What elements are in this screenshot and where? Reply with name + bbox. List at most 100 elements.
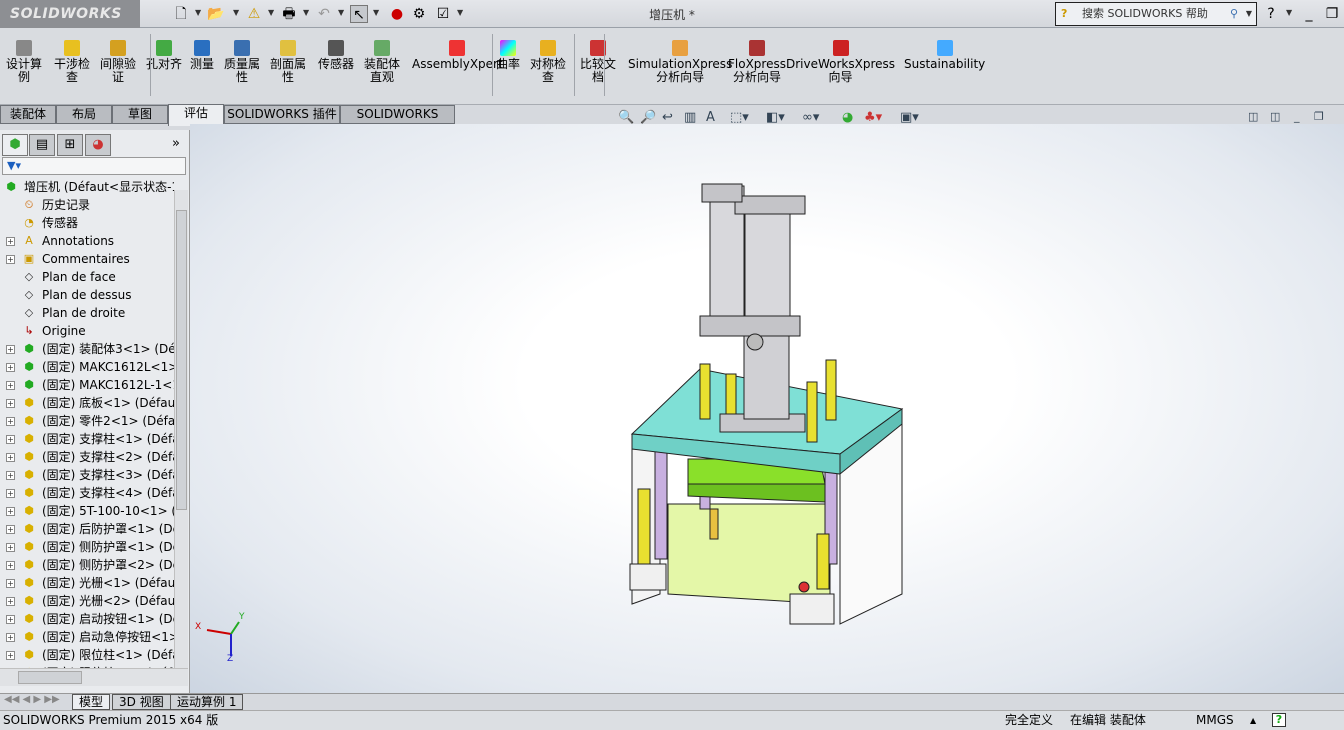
- mass-properties-button[interactable]: 质量属 性: [224, 40, 260, 84]
- interference-button[interactable]: 干涉检 查: [54, 40, 90, 84]
- tab-3[interactable]: 评估: [168, 104, 224, 126]
- tree-item[interactable]: + ⬢ (固定) 支撑柱<3> (Défaut): [0, 466, 174, 484]
- tab-1[interactable]: 布局: [56, 105, 112, 124]
- minimize-icon[interactable]: _: [1300, 5, 1318, 23]
- expand-icon[interactable]: +: [6, 363, 15, 372]
- view-orientation-icon[interactable]: ⬚▾: [730, 110, 749, 125]
- tree-horizontal-scrollbar[interactable]: [0, 668, 188, 686]
- display-style-icon[interactable]: ◧▾: [766, 110, 785, 125]
- property-manager-tab[interactable]: ▤: [29, 134, 55, 156]
- split-right-icon[interactable]: ◫: [1270, 110, 1280, 123]
- expand-icon[interactable]: +: [6, 525, 15, 534]
- expand-icon[interactable]: +: [6, 615, 15, 624]
- tree-root[interactable]: ⬢ 增压机 (Défaut<显示状态-1>): [0, 178, 174, 196]
- rebuild-icon[interactable]: ⚠: [245, 5, 263, 23]
- tab-5[interactable]: SOLIDWORKS MBD: [340, 105, 455, 138]
- tree-item[interactable]: + ⬢ (固定) 支撑柱<2> (Défaut): [0, 448, 174, 466]
- sustainability-button[interactable]: Sustainability: [904, 40, 985, 71]
- tree-item[interactable]: + ⬢ (固定) 限位柱<1> (Défaut): [0, 646, 174, 664]
- compare-button[interactable]: 比较文 档: [580, 40, 616, 84]
- tree-item[interactable]: + ⬢ (固定) 底板<1> (Défaut): [0, 394, 174, 412]
- expand-icon[interactable]: +: [6, 651, 15, 660]
- section-view-icon[interactable]: ▥: [684, 110, 696, 125]
- expand-icon[interactable]: +: [6, 543, 15, 552]
- search-dropdown-icon[interactable]: ▼: [1246, 3, 1252, 25]
- units-caret-icon[interactable]: ▲: [1250, 711, 1256, 730]
- driveworks-button[interactable]: DriveWorksXpress 向导: [786, 40, 895, 84]
- expand-panel-icon[interactable]: »: [172, 136, 180, 151]
- bottom-tab-2[interactable]: 运动算例 1: [170, 694, 244, 710]
- configuration-manager-tab[interactable]: ⊞: [57, 134, 83, 156]
- zoom-area-icon[interactable]: 🔎: [640, 110, 656, 125]
- tree-item[interactable]: ◔ 传感器: [0, 214, 174, 232]
- expand-icon[interactable]: +: [6, 471, 15, 480]
- expand-icon[interactable]: +: [6, 597, 15, 606]
- split-left-icon[interactable]: ◫: [1248, 110, 1258, 123]
- tree-vertical-scrollbar[interactable]: [174, 190, 188, 668]
- appearance-icon[interactable]: ◕: [842, 110, 853, 125]
- tree-item[interactable]: + ⬢ (固定) 侧防护罩<1> (Défaut): [0, 538, 174, 556]
- design-study-button[interactable]: 设计算 例: [6, 40, 42, 84]
- print-icon[interactable]: 🖶: [280, 5, 298, 23]
- tab-scroll-arrows-icon[interactable]: ◀◀ ◀ ▶ ▶▶: [4, 694, 60, 705]
- viewport-restore-icon[interactable]: ❐: [1314, 110, 1324, 123]
- tree-item[interactable]: + ⬢ (固定) 侧防护罩<2> (Défaut): [0, 556, 174, 574]
- tree-item[interactable]: + ⬢ (固定) 5T-100-10<1> (Défaut): [0, 502, 174, 520]
- tree-item[interactable]: ↳ Origine: [0, 322, 174, 340]
- curvature-button[interactable]: 曲率: [496, 40, 520, 71]
- new-icon[interactable]: 🗋: [172, 5, 190, 23]
- expand-icon[interactable]: +: [6, 507, 15, 516]
- graphics-viewport[interactable]: 🔍 🔎 ↩ ▥ A ⬚▾ ◧▾ ∞▾ ◕ ♣▾ ▣▾ ◫ ◫ _ ❐ X Y Z: [190, 110, 1344, 693]
- expand-icon[interactable]: +: [6, 417, 15, 426]
- assembly-visualization-button[interactable]: 装配体 直观: [364, 40, 400, 84]
- hide-show-icon[interactable]: ∞▾: [802, 110, 819, 125]
- section-properties-button[interactable]: 剖面属 性: [270, 40, 306, 84]
- tree-item[interactable]: ◇ Plan de droite: [0, 304, 174, 322]
- zoom-to-fit-icon[interactable]: 🔍: [618, 110, 634, 125]
- tab-2[interactable]: 草图: [112, 105, 168, 124]
- search-icon[interactable]: ⚲: [1230, 3, 1238, 25]
- expand-icon[interactable]: +: [6, 345, 15, 354]
- tree-item[interactable]: ◇ Plan de dessus: [0, 286, 174, 304]
- expand-icon[interactable]: +: [6, 453, 15, 462]
- tab-4[interactable]: SOLIDWORKS 插件: [224, 105, 340, 124]
- traffic-light-icon[interactable]: ●: [388, 5, 406, 23]
- floxpress-button[interactable]: FloXpress 分析向导: [728, 40, 786, 84]
- viewport-minimize-icon[interactable]: _: [1294, 110, 1300, 123]
- tree-item[interactable]: + ⬢ (固定) 零件2<1> (Défaut): [0, 412, 174, 430]
- bottom-tab-1[interactable]: 3D 视图: [112, 694, 171, 710]
- expand-icon[interactable]: +: [6, 399, 15, 408]
- hole-align-button[interactable]: 孔对齐: [146, 40, 182, 71]
- expand-icon[interactable]: +: [6, 381, 15, 390]
- expand-icon[interactable]: +: [6, 435, 15, 444]
- tree-item[interactable]: + ⬢ (固定) 光栅<2> (Défaut): [0, 592, 174, 610]
- tab-0[interactable]: 装配体: [0, 105, 56, 124]
- simulation-button[interactable]: SimulationXpress 分析向导: [628, 40, 732, 84]
- tree-item[interactable]: + ▣ Commentaires: [0, 250, 174, 268]
- open-icon[interactable]: 📂: [207, 5, 225, 23]
- expand-icon[interactable]: +: [6, 561, 15, 570]
- previous-view-icon[interactable]: ↩: [662, 110, 673, 125]
- tree-item[interactable]: + ⬢ (固定) 启动急停按钮<1>: [0, 628, 174, 646]
- expand-icon[interactable]: +: [6, 579, 15, 588]
- checklist-icon[interactable]: ☑: [434, 5, 452, 23]
- measure-button[interactable]: 测量: [190, 40, 214, 71]
- display-manager-tab[interactable]: ◕: [85, 134, 111, 156]
- tree-item[interactable]: + ⬢ (固定) 光栅<1> (Défaut): [0, 574, 174, 592]
- tree-item[interactable]: + ⬢ (固定) 装配体3<1> (Défaut): [0, 340, 174, 358]
- select-icon[interactable]: ↖: [350, 5, 368, 23]
- tree-filter[interactable]: ▼▾: [2, 157, 186, 175]
- tree-item[interactable]: ⏲ 历史记录: [0, 196, 174, 214]
- tree-item[interactable]: + ⬢ (固定) 支撑柱<4> (Défaut): [0, 484, 174, 502]
- expand-icon[interactable]: +: [6, 489, 15, 498]
- expand-icon[interactable]: +: [6, 255, 15, 264]
- symmetry-check-button[interactable]: 对称检 查: [530, 40, 566, 84]
- tree-item[interactable]: + ⬢ (固定) 后防护罩<1> (Défaut): [0, 520, 174, 538]
- tree-item[interactable]: ◇ Plan de face: [0, 268, 174, 286]
- status-help-icon[interactable]: ?: [1272, 713, 1286, 727]
- assemblyxpert-button[interactable]: AssemblyXpert: [412, 40, 503, 71]
- restore-icon[interactable]: ❐: [1323, 5, 1341, 23]
- options-icon[interactable]: ⚙: [410, 5, 428, 23]
- tree-item[interactable]: + ⬢ (固定) 支撑柱<1> (Défaut): [0, 430, 174, 448]
- undo-icon[interactable]: ↶: [315, 5, 333, 23]
